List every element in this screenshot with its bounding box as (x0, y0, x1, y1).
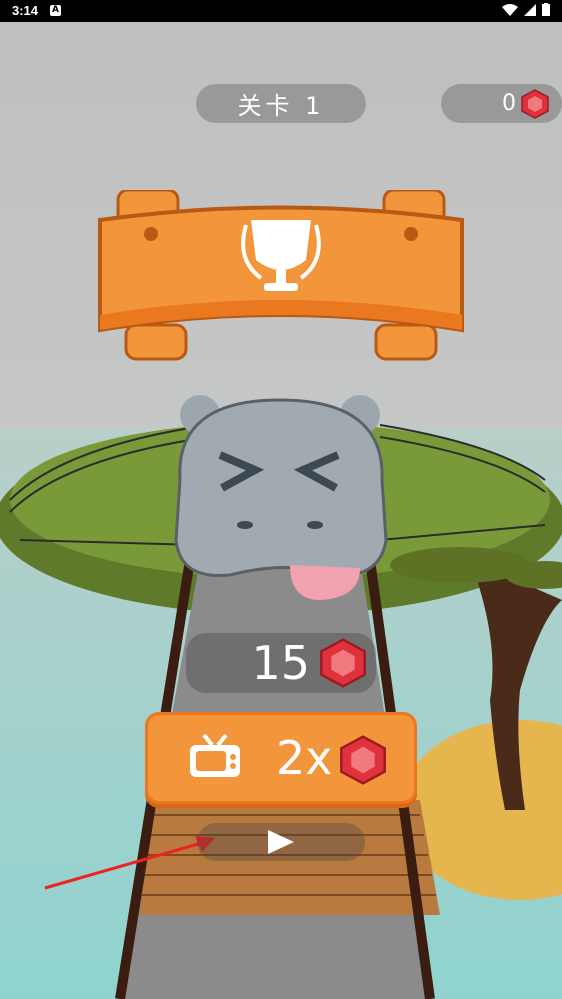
status-time: 3:14 (12, 3, 39, 18)
gem-icon (521, 88, 549, 119)
watch-ad-multiplier-button[interactable]: 2x (145, 712, 417, 804)
level-indicator: 关卡 1 (196, 84, 366, 123)
tv-icon (190, 733, 240, 777)
play-icon (268, 830, 294, 854)
gem-count: 0 (502, 91, 516, 116)
signal-icon (524, 3, 536, 16)
notification-icon: A (50, 5, 61, 16)
battery-icon (542, 3, 550, 16)
gem-icon (320, 638, 366, 688)
gem-counter: 0 (441, 84, 562, 123)
multiplier-label: 2x (276, 731, 333, 785)
gem-icon (340, 735, 386, 785)
reward-display: 15 (186, 633, 376, 693)
trophy-banner (98, 190, 464, 361)
continue-button[interactable] (197, 823, 365, 861)
reward-amount: 15 (251, 636, 310, 690)
status-bar: 3:14 A (0, 0, 562, 22)
wifi-icon (502, 3, 518, 16)
